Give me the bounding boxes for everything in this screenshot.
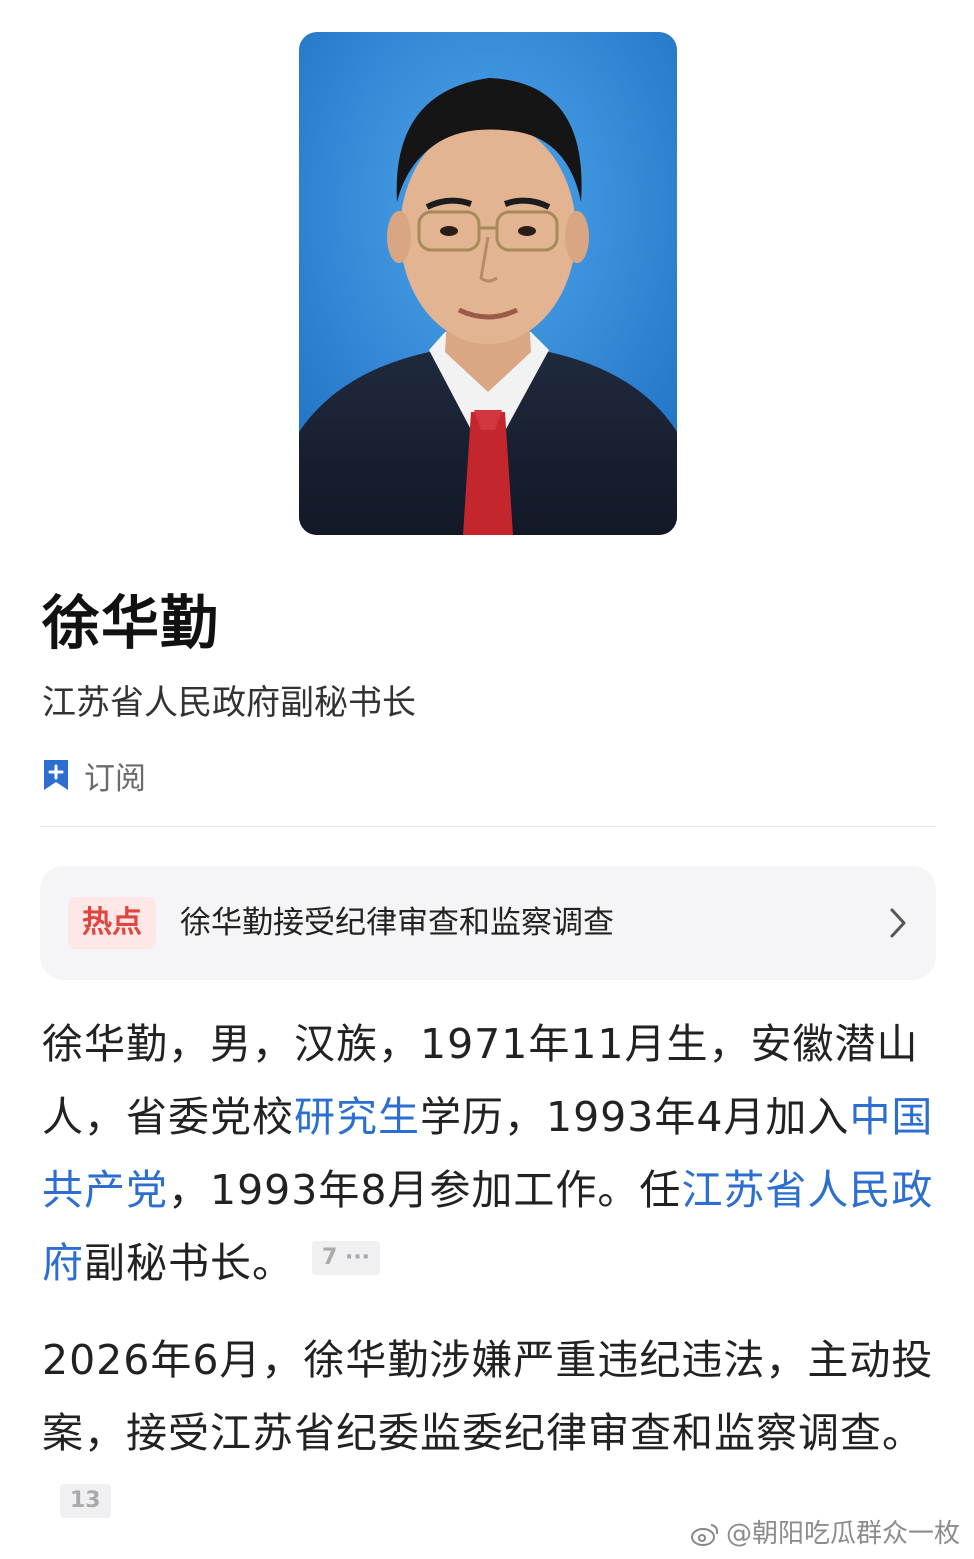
person-name: 徐华勤 bbox=[42, 589, 220, 657]
watermark: @朝阳吃瓜群众一枚 bbox=[690, 1516, 960, 1552]
subscribe-label: 订阅 bbox=[84, 760, 146, 797]
bio-text: 学历，1993年4月加入 bbox=[420, 1093, 850, 1141]
person-title: 江苏省人民政府副秘书长 bbox=[42, 683, 416, 723]
portrait-image bbox=[299, 32, 677, 535]
bio-text: 副秘书长。 bbox=[84, 1239, 294, 1287]
hot-topic-card[interactable]: 热点 徐华勤接受纪律审查和监察调查 bbox=[40, 866, 936, 980]
chevron-right-icon bbox=[890, 908, 906, 938]
bio-paragraph-1: 徐华勤，男，汉族，1971年11月生，安徽潜山人，省委党校研究生学历，1993年… bbox=[42, 1008, 942, 1300]
watermark-text: @朝阳吃瓜群众一枚 bbox=[725, 1519, 960, 1549]
bio-text: 2026年6月，徐华勤涉嫌严重违纪违法，主动投案，接受江苏省纪委监委纪律审查和监… bbox=[42, 1336, 934, 1457]
divider bbox=[40, 826, 936, 827]
hot-badge: 热点 bbox=[68, 897, 156, 949]
weibo-icon bbox=[690, 1524, 719, 1546]
hot-headline: 徐华勤接受纪律审查和监察调查 bbox=[180, 905, 614, 941]
link-postgraduate[interactable]: 研究生 bbox=[294, 1093, 420, 1141]
reference-badge[interactable]: 13 bbox=[60, 1484, 111, 1518]
bio-text: ，1993年8月参加工作。任 bbox=[168, 1166, 682, 1214]
bio-paragraph-2: 2026年6月，徐华勤涉嫌严重违纪违法，主动投案，接受江苏省纪委监委纪律审查和监… bbox=[42, 1324, 942, 1543]
reference-badge[interactable]: 7 ··· bbox=[312, 1241, 381, 1275]
subscribe-button[interactable]: 订阅 bbox=[42, 754, 146, 797]
bookmark-plus-icon bbox=[44, 760, 68, 790]
profile-photo[interactable] bbox=[299, 32, 677, 535]
